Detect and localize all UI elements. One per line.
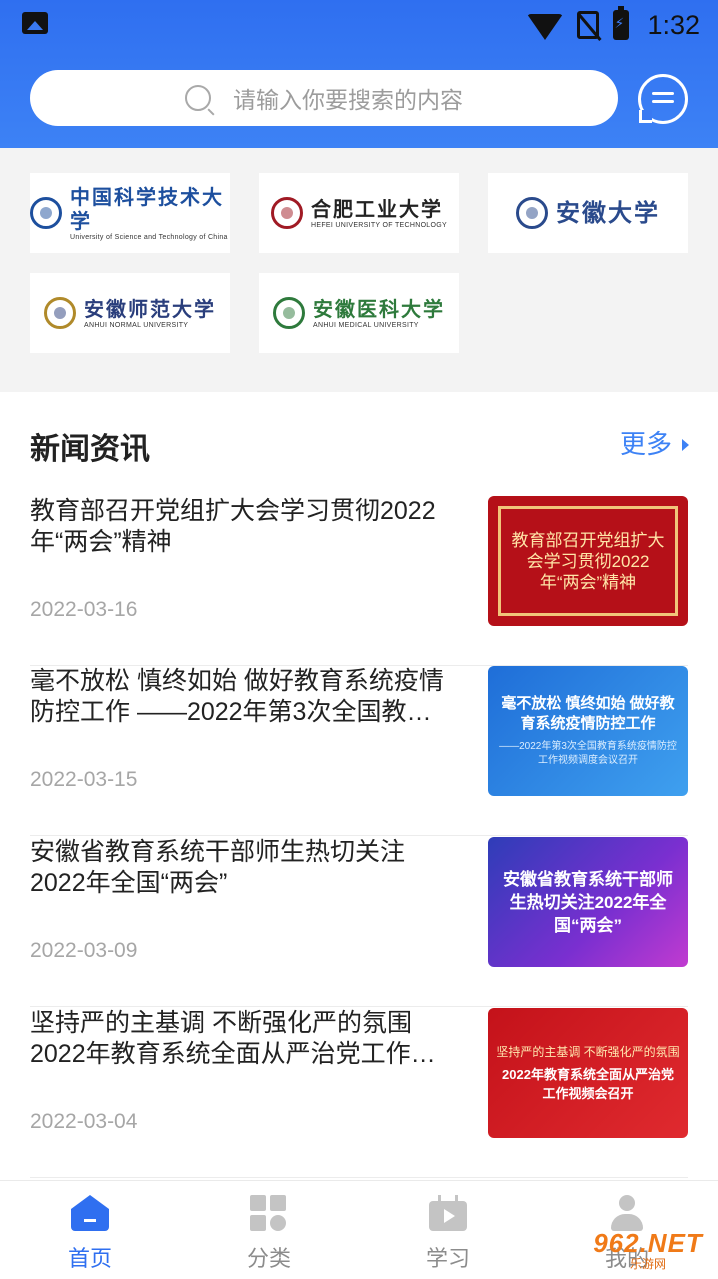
home-icon [71,1195,109,1233]
university-english-name: ANHUI MEDICAL UNIVERSITY [313,321,419,329]
university-card-ahnu[interactable]: 安徽师范大学 ANHUI NORMAL UNIVERSITY [30,273,230,353]
nav-label: 首页 [67,1246,112,1271]
university-card-ahu[interactable]: 安徽大学 [488,173,688,253]
ustc-emblem-icon [30,197,62,229]
gallery-notification-icon [22,12,48,34]
nav-label: 分类 [246,1246,291,1271]
university-card-hfut[interactable]: 合肥工业大学 HEFEI UNIVERSITY OF TECHNOLOGY [259,173,459,253]
nav-home[interactable]: 首页 [20,1181,160,1279]
news-thumbnail: 坚持严的主基调 不断强化严的氛围 2022年教育系统全面从严治党工作视频会召开 [488,1008,688,1138]
nav-label: 学习 [425,1246,470,1271]
news-headline: 安徽省教育系统干部师生热切关注2022年全国“两会” [30,838,406,897]
news-date: 2022-03-15 [30,768,138,791]
university-name: 安徽大学 [556,198,660,227]
university-name: 安徽医科大学 [313,296,445,321]
watermark-logo: 962.NET [593,1228,703,1258]
ahmu-emblem-icon [273,297,305,329]
thumbnail-text: 毫不放松 慎终如始 做好教育系统疫情防控工作 [501,695,675,732]
news-item[interactable]: 安徽省教育系统干部师生热切关注2022年全国“两会” 2022-03-09 安徽… [30,837,688,1007]
news-date: 2022-03-04 [30,1110,138,1133]
university-english-name: HEFEI UNIVERSITY OF TECHNOLOGY [311,221,447,229]
category-icon [250,1195,288,1233]
university-name: 中国科学技术大学 [70,184,224,233]
chevron-right-icon [682,438,690,451]
news-headline: 毫不放松 慎终如始 做好教育系统疫情防控工作 ——2022年第3次全国教育系统疫… [30,667,444,726]
news-item[interactable]: 教育部召开党组扩大会学习贯彻2022年“两会”精神 2022-03-16 教育部… [30,496,688,666]
news-more-link[interactable]: 更多 [620,424,690,461]
news-thumbnail: 教育部召开党组扩大会学习贯彻2022年“两会”精神 [488,496,688,626]
status-time: 1:32 [647,9,700,40]
university-name: 安徽师范大学 [84,296,216,321]
more-label: 更多 [620,429,673,459]
nav-study[interactable]: 学习 [378,1181,518,1279]
university-name: 合肥工业大学 [311,196,444,221]
hfut-emblem-icon [271,197,304,229]
news-headline: 教育部召开党组扩大会学习贯彻2022年“两会”精神 [30,497,436,556]
news-date: 2022-03-16 [30,598,138,621]
thumbnail-text: 坚持严的主基调 不断强化严的氛围 [496,1044,680,1059]
header: 1:32 请输入你要搜索的内容 [0,0,718,148]
news-date: 2022-03-09 [30,939,138,962]
thumbnail-text: 安徽省教育系统干部师生热切关注2022年全国“两会” [503,869,673,935]
news-thumbnail: 安徽省教育系统干部师生热切关注2022年全国“两会” [488,837,688,967]
university-english-name: University of Science and Technology of … [70,233,228,241]
ahnu-emblem-icon [44,297,76,329]
thumbnail-subtext: ——2022年第3次全国教育系统疫情防控工作视频调度会议召开 [499,741,677,766]
thumbnail-text: 教育部召开党组扩大会学习贯彻2022年“两会”精神 [511,530,665,592]
university-english-name: ANHUI NORMAL UNIVERSITY [84,321,189,329]
news-item[interactable]: 毫不放松 慎终如始 做好教育系统疫情防控工作 ——2022年第3次全国教育系统疫… [30,666,688,836]
news-thumbnail: 毫不放松 慎终如始 做好教育系统疫情防控工作 ——2022年第3次全国教育系统疫… [488,666,688,796]
message-button[interactable] [638,74,688,124]
watermark-subtitle: 乐游网 [629,1257,666,1271]
search-input[interactable]: 请输入你要搜索的内容 [30,70,618,126]
university-grid: 中国科学技术大学 University of Science and Techn… [0,148,718,392]
nav-category[interactable]: 分类 [199,1181,339,1279]
news-section-title: 新闻资讯 [30,433,150,466]
news-item[interactable]: 坚持严的主基调 不断强化严的氛围 2022年教育系统全面从严治党工作视频会召开 … [30,1008,688,1178]
ahu-emblem-icon [516,197,548,229]
search-placeholder: 请输入你要搜索的内容 [233,87,463,113]
site-watermark: 962.NET 乐游网 [578,1226,718,1274]
thumbnail-subtext: 2022年教育系统全面从严治党工作视频会召开 [502,1066,674,1101]
university-card-ahmu[interactable]: 安徽医科大学 ANHUI MEDICAL UNIVERSITY [259,273,459,353]
search-icon [185,85,211,111]
news-headline: 坚持严的主基调 不断强化严的氛围 2022年教育系统全面从严治党工作视频会召开 [30,1009,436,1068]
no-sim-icon [577,11,600,39]
university-card-ustc[interactable]: 中国科学技术大学 University of Science and Techn… [30,173,230,253]
status-bar: 1:32 [0,0,718,50]
study-icon [429,1195,467,1233]
wifi-icon [527,14,564,40]
battery-charging-icon [613,6,630,40]
status-indicators: 1:32 [527,6,700,42]
